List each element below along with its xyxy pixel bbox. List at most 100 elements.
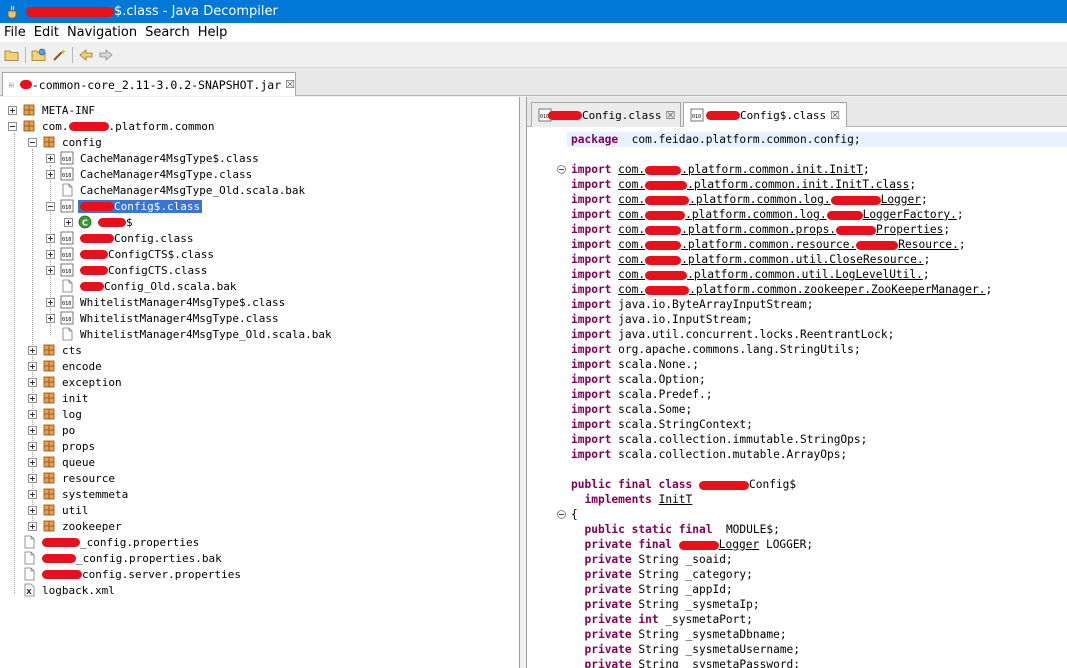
expand-icon[interactable] <box>28 377 37 387</box>
editor-tab-config-class[interactable]: 010 Config.class ☒ <box>531 102 681 127</box>
expand-icon[interactable] <box>28 457 37 467</box>
code-reference-link[interactable]: com. <box>618 208 645 221</box>
tree-item[interactable]: log <box>28 406 84 422</box>
expand-icon[interactable] <box>28 473 37 483</box>
jar-tab-bar: 010 -common-core_2.11-3.0.2-SNAPSHOT.jar… <box>0 68 1067 96</box>
code-reference-link[interactable]: Resource. <box>898 238 959 251</box>
code-reference-link[interactable]: .platform.common.resource. <box>681 238 856 251</box>
tree-item[interactable]: systemmeta <box>28 486 130 502</box>
expand-icon[interactable] <box>28 441 37 451</box>
tree-item[interactable]: cts <box>28 342 84 358</box>
close-tab-icon[interactable]: ☒ <box>665 109 675 122</box>
tree-item[interactable]: 010 WhitelistManager4MsgType$.class <box>46 294 287 310</box>
tree-item[interactable]: config.server.properties <box>8 566 243 582</box>
close-tab-icon[interactable]: ☒ <box>285 78 295 91</box>
code-reference-link[interactable]: com. <box>618 283 645 296</box>
tree-item[interactable]: _config.properties.bak <box>8 550 224 566</box>
expand-icon[interactable] <box>28 345 37 355</box>
tree-item[interactable]: _config.properties <box>8 534 201 550</box>
jar-tab[interactable]: 010 -common-core_2.11-3.0.2-SNAPSHOT.jar… <box>2 72 296 96</box>
menu-file[interactable]: File <box>0 25 30 40</box>
forward-arrow-icon[interactable] <box>96 45 116 65</box>
code-reference-link[interactable]: com. <box>618 253 645 266</box>
tree-item[interactable]: Xlogback.xml <box>8 582 117 598</box>
code-reference-link[interactable]: com. <box>618 193 645 206</box>
expand-icon[interactable] <box>46 265 55 275</box>
menu-search[interactable]: Search <box>141 25 194 40</box>
tree-item[interactable]: props <box>28 438 97 454</box>
code-reference-link[interactable]: com. <box>618 268 645 281</box>
code-reference-link[interactable]: .platform.common.log. <box>685 208 826 221</box>
tree-item[interactable]: Config_Old.scala.bak <box>46 278 238 294</box>
collapse-icon[interactable] <box>28 137 37 147</box>
back-arrow-icon[interactable] <box>76 45 96 65</box>
close-tab-icon[interactable]: ☒ <box>830 109 840 122</box>
code-reference-link[interactable]: InitT <box>659 493 693 506</box>
expand-icon[interactable] <box>46 249 55 259</box>
expand-icon[interactable] <box>28 409 37 419</box>
expand-icon[interactable] <box>46 233 55 243</box>
tree-item[interactable]: config <box>28 134 104 150</box>
tree-item[interactable]: 010 Config$.class <box>46 198 203 214</box>
code-reference-link[interactable]: Logger <box>719 538 759 551</box>
collapse-icon[interactable] <box>46 201 55 211</box>
tree-item[interactable]: 010 ConfigCTS.class <box>46 262 209 278</box>
expand-icon[interactable] <box>46 153 55 163</box>
code-reference-link[interactable]: .platform.common.init.InitT <box>681 163 863 176</box>
expand-icon[interactable] <box>28 361 37 371</box>
tree-item[interactable]: po <box>28 422 77 438</box>
open-folder-icon[interactable] <box>29 45 49 65</box>
tree-item[interactable]: util <box>28 502 91 518</box>
tree-item[interactable]: C $ <box>64 214 135 230</box>
tree-item-text: .platform.common <box>108 119 215 133</box>
code-reference-link[interactable]: Logger <box>881 193 921 206</box>
open-file-icon[interactable] <box>2 45 22 65</box>
expand-icon[interactable] <box>28 425 37 435</box>
tree-item[interactable]: init <box>28 390 91 406</box>
tree-item[interactable]: 010 CacheManager4MsgType.class <box>46 166 254 182</box>
tree-item[interactable]: queue <box>28 454 97 470</box>
expand-icon[interactable] <box>64 217 73 227</box>
tree-item[interactable]: 010 ConfigCTS$.class <box>46 246 216 262</box>
code-reference-link[interactable]: .platform.common.util.LogLevelUtil. <box>687 268 923 281</box>
code-reference-link[interactable]: com. <box>618 163 645 176</box>
collapse-icon[interactable] <box>8 121 17 131</box>
code-reference-link[interactable]: .platform.common.log. <box>689 193 830 206</box>
expand-icon[interactable] <box>46 169 55 179</box>
code-reference-link[interactable]: Properties <box>876 223 943 236</box>
code-reference-link[interactable]: .platform.common.init.InitT.class <box>687 178 909 191</box>
code-reference-link[interactable]: .platform.common.props. <box>681 223 836 236</box>
tree-item[interactable]: com. .platform.common <box>8 118 216 134</box>
fold-icon[interactable] <box>557 165 566 174</box>
wand-icon[interactable] <box>49 45 69 65</box>
tree-item[interactable]: resource <box>28 470 117 486</box>
code-reference-link[interactable]: com. <box>618 178 645 191</box>
tree-item[interactable]: exception <box>28 374 124 390</box>
code-reference-link[interactable]: .platform.common.zookeeper.ZooKeeperMana… <box>689 283 985 296</box>
editor-tab-config-object-class[interactable]: 010 Config$.class ☒ <box>683 102 847 127</box>
expand-icon[interactable] <box>46 297 55 307</box>
tree-item[interactable]: 010 WhitelistManager4MsgType.class <box>46 310 281 326</box>
code-reference-link[interactable]: com. <box>618 238 645 251</box>
tree-item[interactable]: CacheManager4MsgType_Old.scala.bak <box>46 182 307 198</box>
code-reference-link[interactable]: LoggerFactory. <box>863 208 957 221</box>
expand-icon[interactable] <box>28 489 37 499</box>
code-reference-link[interactable]: .platform.common.util.CloseResource. <box>681 253 923 266</box>
tree-item[interactable]: zookeeper <box>28 518 124 534</box>
menu-edit[interactable]: Edit <box>30 25 63 40</box>
menu-help[interactable]: Help <box>194 25 232 40</box>
menu-navigation[interactable]: Navigation <box>63 25 141 40</box>
expand-icon[interactable] <box>8 105 17 115</box>
expand-icon[interactable] <box>46 313 55 323</box>
tree-item[interactable]: WhitelistManager4MsgType_Old.scala.bak <box>46 326 334 342</box>
code-area[interactable]: package com.feidao.platform.common.confi… <box>527 128 1067 668</box>
tree-item[interactable]: 010 Config.class <box>46 230 195 246</box>
tree-item[interactable]: encode <box>28 358 104 374</box>
tree-item[interactable]: 010 CacheManager4MsgType$.class <box>46 150 261 166</box>
expand-icon[interactable] <box>28 521 37 531</box>
tree-item[interactable]: META-INF <box>8 102 97 118</box>
expand-icon[interactable] <box>28 505 37 515</box>
expand-icon[interactable] <box>28 393 37 403</box>
fold-icon[interactable] <box>557 510 566 519</box>
code-reference-link[interactable]: com. <box>618 223 645 236</box>
